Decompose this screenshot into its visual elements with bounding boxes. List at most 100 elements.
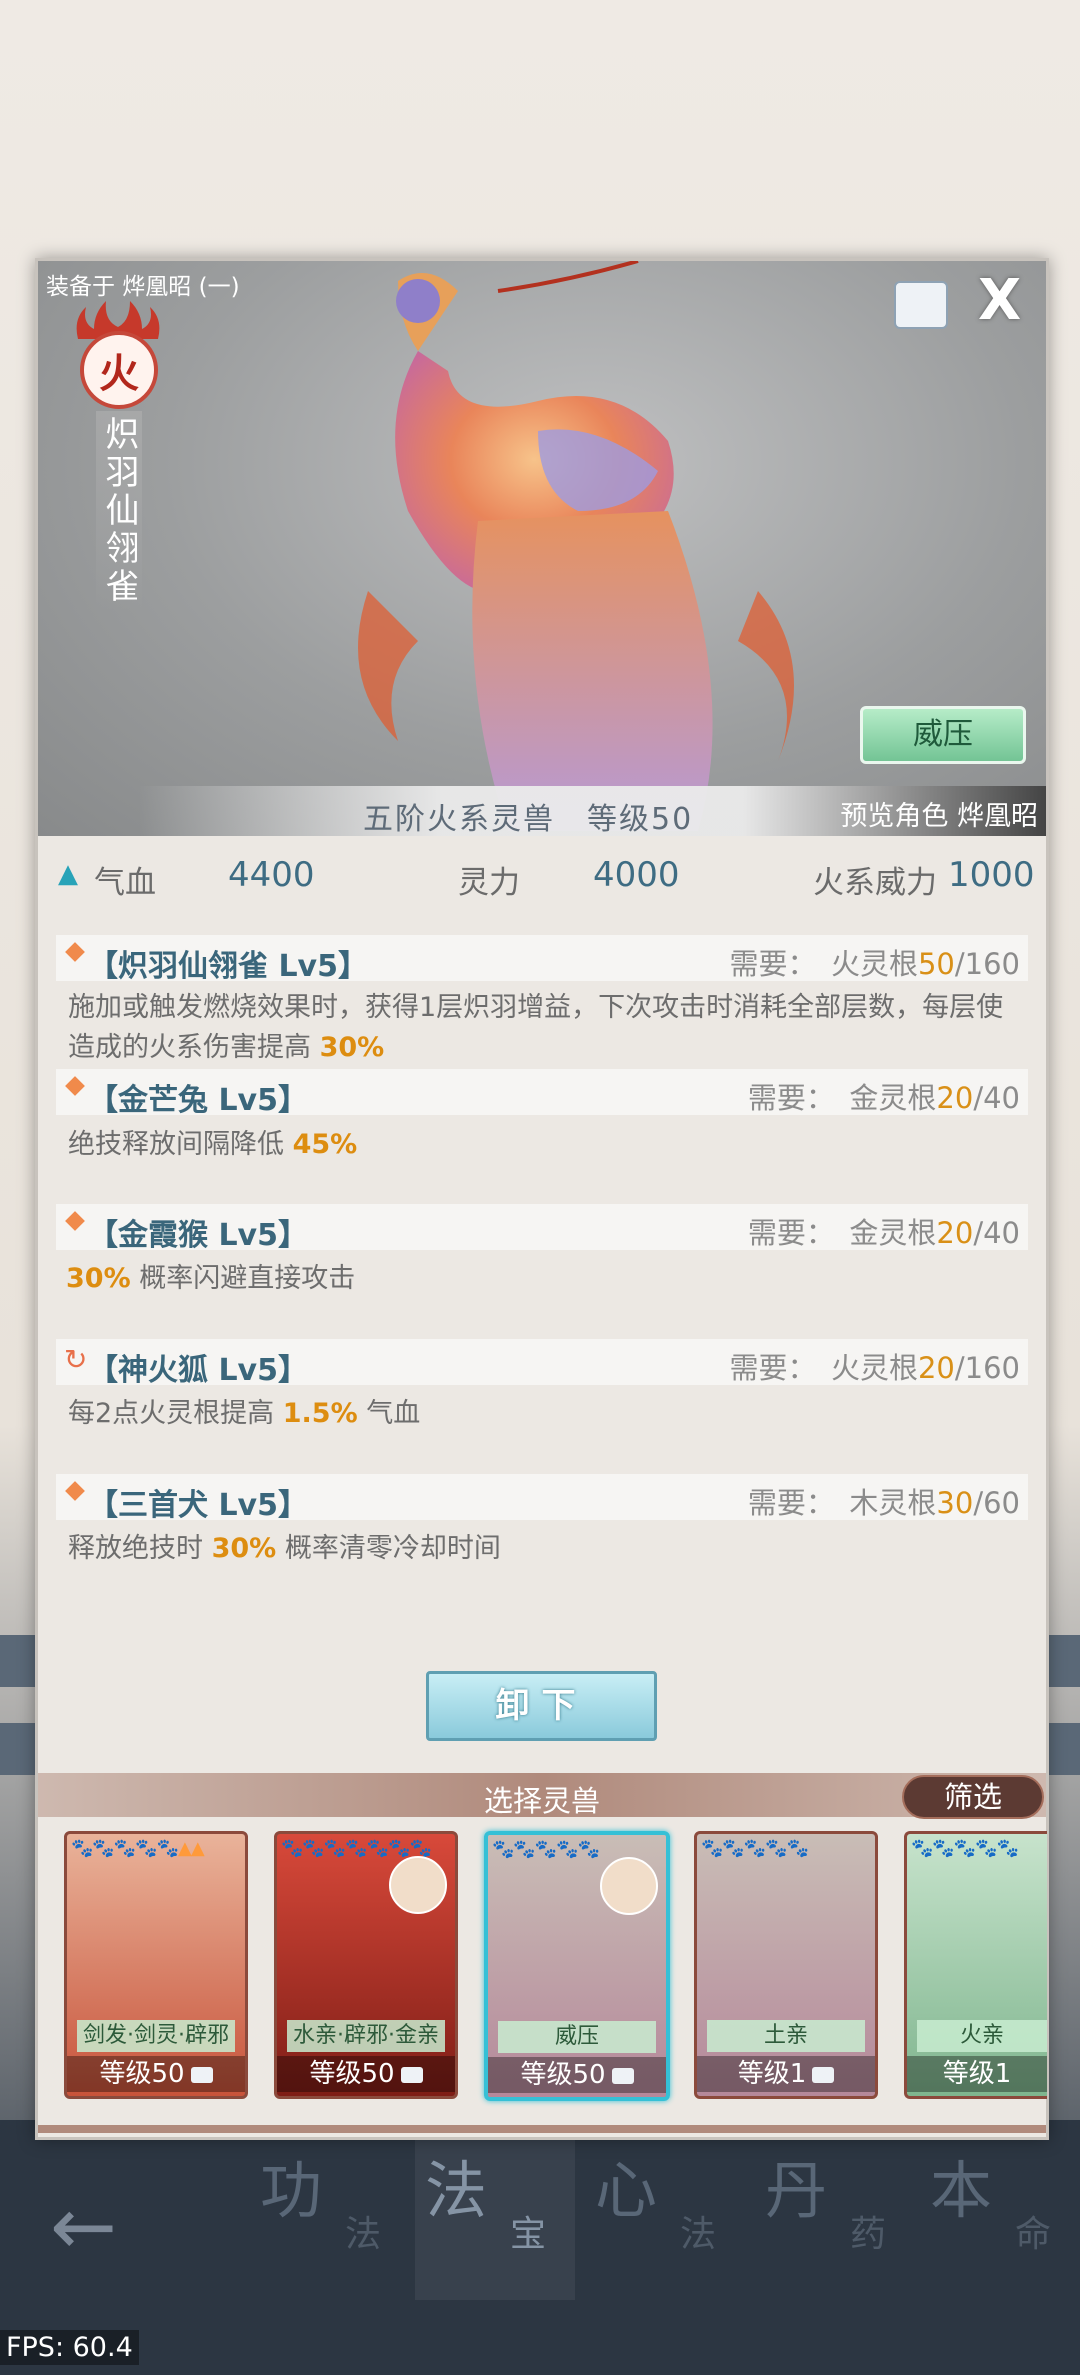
fire-power-value: 1000 (948, 855, 1035, 895)
req-max: /40 (973, 1081, 1020, 1115)
beast-detail-panel: 装备于 烨凰昭 (一) 火 炽羽仙翎雀 X 威压 五阶火系灵兽 等级50 预览角… (35, 258, 1049, 2140)
hp-value: 4400 (228, 855, 315, 895)
skill-header: ↻ 【神火狐 Lv5】 需要： 火灵根20/160 (56, 1339, 1028, 1388)
diamond-icon (65, 1211, 85, 1231)
skill-requirement: 需要： 火灵根50/160 (729, 941, 1020, 983)
tab-big-label: 功 (260, 2154, 323, 2227)
star-rating: 🐾🐾🐾🐾🐾 (911, 1838, 1019, 1859)
beast-card-level: 等级1 (907, 2056, 1047, 2092)
beast-card-selected[interactable]: 🐾🐾🐾🐾🐾 威压 等级50 (484, 1831, 670, 2101)
req-max: /160 (954, 947, 1020, 981)
tab-small-label: 法 (680, 2214, 717, 2255)
back-arrow-icon[interactable]: ← (50, 2180, 117, 2273)
desc-highlight: 1.5% (282, 1398, 358, 1429)
fire-power-label: 火系威力 (813, 865, 937, 901)
star-rating: 🐾🐾🐾🐾🐾 (701, 1838, 809, 1859)
tab-small-label: 法 (345, 2214, 382, 2255)
unload-button[interactable]: 卸下 (426, 1671, 657, 1741)
star-rating: 🐾🐾🐾🐾🐾▲▲ (71, 1838, 205, 1859)
req-current: 50 (917, 947, 955, 981)
bag-icon (190, 2066, 213, 2083)
skill-description: 绝技释放间隔降低 45% (68, 1125, 1023, 1165)
filter-button[interactable]: 筛选 (902, 1775, 1044, 1819)
hp-label: 气血 (94, 865, 156, 901)
refresh-icon: ↻ (64, 1343, 88, 1376)
req-current: 20 (936, 1216, 974, 1250)
skill-requirement: 需要： 火灵根20/160 (729, 1345, 1020, 1387)
skill-requirement: 需要： 金灵根20/40 (748, 1075, 1020, 1117)
beast-card-level: 等级50 (277, 2056, 455, 2092)
beast-card-level: 等级50 (67, 2056, 245, 2092)
desc-highlight: 30% (319, 1032, 385, 1063)
beast-card[interactable]: 🐾🐾🐾🐾🐾 火亲 等级1 (904, 1831, 1047, 2099)
level-text: 等级50 (309, 2059, 395, 2089)
tab-big-label: 丹 (765, 2154, 828, 2227)
select-beast-bar: 选择灵兽 (38, 1773, 1046, 1818)
up-triangle-icon: ▲ (58, 859, 78, 889)
bag-icon (812, 2066, 835, 2083)
tab-gongfa[interactable]: 功 法 (250, 2140, 410, 2300)
desc-text: 概率清零冷却时间 (276, 1533, 501, 1564)
beast-hero: 装备于 烨凰昭 (一) 火 炽羽仙翎雀 X 威压 五阶火系灵兽 等级50 预览角… (38, 261, 1046, 836)
req-max: /60 (973, 1486, 1020, 1520)
beast-card-level: 等级1 (697, 2056, 875, 2092)
phoenix-illustration (358, 261, 794, 831)
desc-text: 每2点火灵根提高 (68, 1398, 283, 1429)
skill-requirement: 需要： 木灵根30/60 (748, 1480, 1020, 1522)
skill-requirement: 需要： 金灵根20/40 (748, 1210, 1020, 1252)
desc-highlight: 45% (292, 1129, 358, 1160)
skill-name: 【神火狐 Lv5】 (88, 1353, 308, 1388)
beast-card-tag: 火亲 (917, 2020, 1047, 2052)
close-icon[interactable]: X (978, 273, 1021, 329)
spirit-label: 灵力 (458, 865, 520, 901)
tab-big-label: 法 (425, 2154, 488, 2227)
grade-level-text: 五阶火系灵兽 等级50 (363, 802, 694, 836)
skill-header: 【金霞猴 Lv5】 需要： 金灵根20/40 (56, 1204, 1028, 1253)
diamond-icon (65, 942, 85, 962)
preview-role-text[interactable]: 预览角色 烨凰昭 (840, 794, 1038, 833)
req-prefix: 需要： 金灵根 (747, 1216, 937, 1250)
avatar (600, 1857, 658, 1915)
req-prefix: 需要： 火灵根 (729, 947, 918, 981)
tab-xinfa[interactable]: 心 法 (585, 2140, 745, 2300)
skill-description: 30% 概率闪避直接攻击 (66, 1259, 1021, 1299)
beast-card-tag: 威压 (498, 2021, 656, 2053)
desc-text: 概率闪避直接攻击 (130, 1263, 356, 1294)
beast-card-level: 等级50 (488, 2057, 666, 2093)
beast-card-tag: 土亲 (707, 2020, 865, 2052)
beast-card[interactable]: 🐾🐾🐾🐾🐾 土亲 等级1 (694, 1831, 878, 2099)
skill-name: 【炽羽仙翎雀 Lv5】 (88, 949, 368, 984)
diamond-icon (65, 1481, 85, 1501)
star-rating: 🐾🐾🐾🐾🐾 (492, 1839, 600, 1860)
level-text: 等级1 (737, 2059, 807, 2089)
desc-text: 释放绝技时 (68, 1533, 212, 1564)
req-current: 20 (936, 1081, 974, 1115)
beast-card[interactable]: 🐾🐾🐾🐾🐾▲▲ 剑发·剑灵·辟邪 等级50 (64, 1831, 248, 2099)
tab-small-label: 宝 (510, 2214, 547, 2255)
level-text: 等级50 (520, 2060, 606, 2090)
bag-icon (400, 2066, 423, 2083)
skill-name: 【金芒兔 Lv5】 (88, 1083, 308, 1118)
select-beast-title: 选择灵兽 (483, 1784, 600, 1818)
desc-highlight: 30% (66, 1263, 131, 1294)
beast-card-list: 🐾🐾🐾🐾🐾▲▲ 剑发·剑灵·辟邪 等级50 🐾🐾🐾🐾🐾🐾🐾 水亲·辟邪·金亲 等… (38, 1831, 1047, 2131)
stats-row: ▲ 气血 4400 灵力 4000 火系威力 1000 (38, 851, 1046, 901)
tab-benming[interactable]: 本 命 (920, 2140, 1080, 2300)
skill-description: 释放绝技时 30% 概率清零冷却时间 (68, 1529, 1023, 1569)
tab-danyao[interactable]: 丹 药 (755, 2140, 915, 2300)
weiya-button[interactable]: 威压 (860, 706, 1026, 764)
beast-name-vertical: 炽羽仙翎雀 (96, 411, 142, 611)
req-current: 20 (917, 1351, 955, 1385)
req-current: 30 (936, 1486, 974, 1520)
beast-card[interactable]: 🐾🐾🐾🐾🐾🐾🐾 水亲·辟邪·金亲 等级50 (274, 1831, 458, 2099)
tab-fabao[interactable]: 法 宝 (415, 2140, 575, 2300)
star-rating: 🐾🐾🐾🐾🐾🐾🐾 (281, 1838, 432, 1859)
skill-header: 【三首犬 Lv5】 需要： 木灵根30/60 (56, 1474, 1028, 1523)
req-max: /40 (973, 1216, 1020, 1250)
skill-name: 【金霞猴 Lv5】 (88, 1218, 308, 1253)
skill-name: 【三首犬 Lv5】 (88, 1488, 308, 1523)
req-max: /160 (954, 1351, 1020, 1385)
bag-icon[interactable] (894, 281, 948, 329)
equipped-on-label: 装备于 烨凰昭 (一) (46, 274, 240, 300)
spirit-value: 4000 (593, 855, 680, 895)
